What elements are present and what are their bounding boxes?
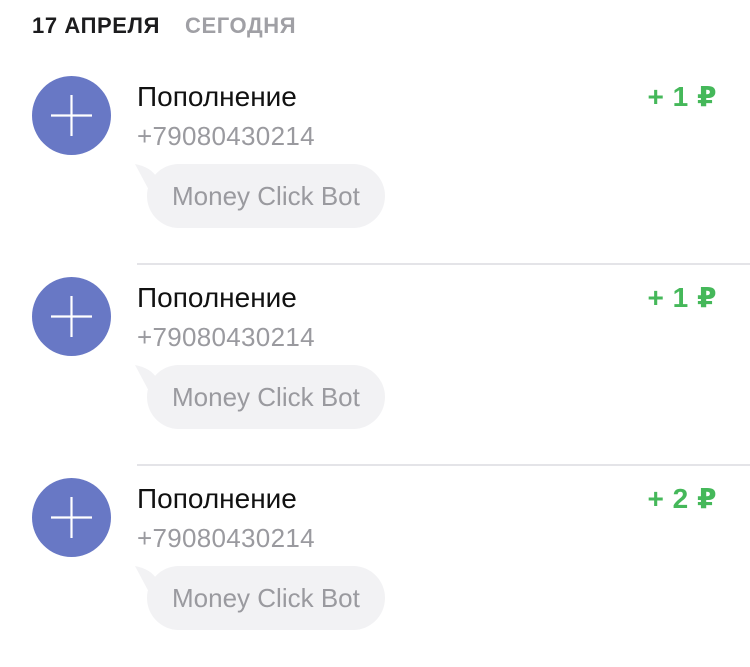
transaction-row[interactable]: Пополнение +79080430214 Money Click Bot … — [0, 265, 750, 466]
date-label: 17 АПРЕЛЯ — [32, 13, 160, 38]
plus-icon — [51, 497, 92, 538]
plus-icon — [51, 296, 92, 337]
transaction-title: Пополнение — [137, 483, 297, 514]
transaction-phone: +79080430214 — [137, 322, 315, 352]
date-header: 17 АПРЕЛЯ СЕГОДНЯ — [32, 11, 296, 41]
transaction-avatar — [32, 478, 111, 557]
transaction-avatar — [32, 277, 111, 356]
transaction-comment: Money Click Bot — [147, 164, 385, 228]
transaction-title: Пополнение — [137, 282, 297, 313]
transaction-comment: Money Click Bot — [147, 566, 385, 630]
transaction-comment: Money Click Bot — [147, 365, 385, 429]
relative-date-label: СЕГОДНЯ — [185, 13, 297, 38]
transaction-row[interactable]: Пополнение +79080430214 Money Click Bot … — [0, 64, 750, 265]
transaction-amount: + 1 ₽ — [647, 81, 717, 112]
transaction-phone: +79080430214 — [137, 523, 315, 553]
transaction-phone: +79080430214 — [137, 121, 315, 151]
transaction-avatar — [32, 76, 111, 155]
transaction-amount: + 2 ₽ — [647, 483, 717, 514]
plus-icon — [51, 95, 92, 136]
transaction-title: Пополнение — [137, 81, 297, 112]
transaction-row[interactable]: Пополнение +79080430214 Money Click Bot … — [0, 466, 750, 667]
transaction-amount: + 1 ₽ — [647, 282, 717, 313]
